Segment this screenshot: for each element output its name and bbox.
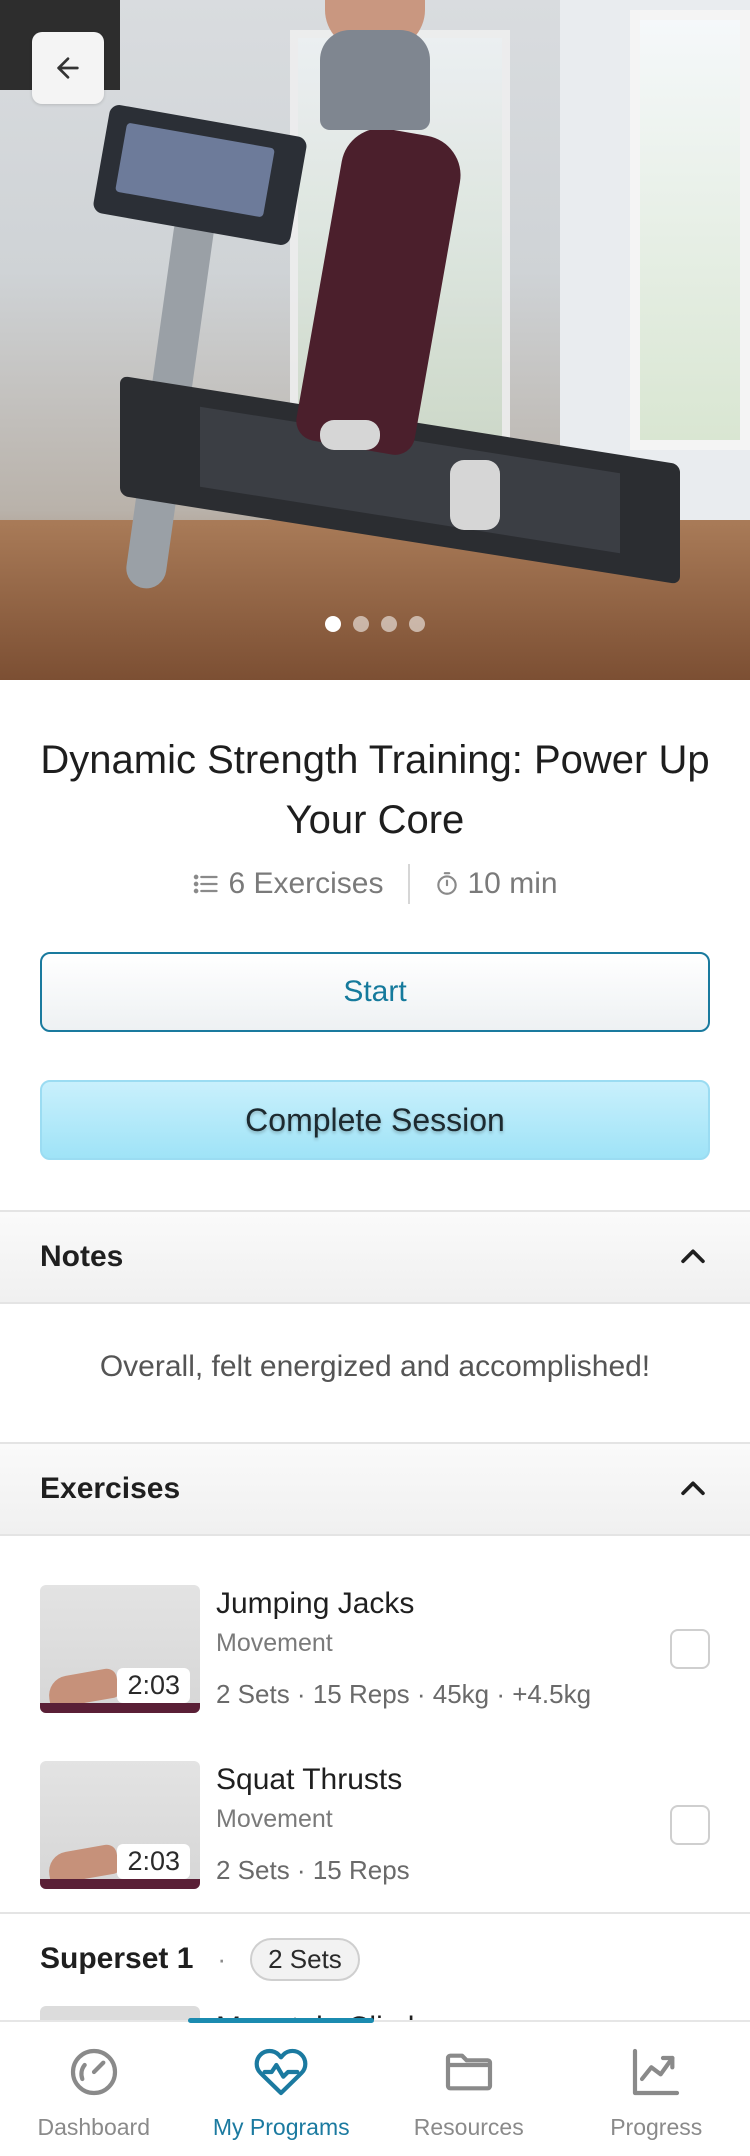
chevron-up-icon[interactable] — [676, 1240, 710, 1274]
exercise-type: Movement — [216, 1629, 333, 1657]
hero-image — [0, 0, 750, 680]
superset-sets-badge: 2 Sets — [250, 1937, 360, 1981]
notes-text: Overall, felt energized and accomplished… — [99, 1350, 651, 1383]
nav-item-resources[interactable]: Resources — [375, 2022, 563, 2156]
nav-label: Dashboard — [37, 2114, 151, 2140]
exercise-checkbox[interactable] — [670, 1805, 710, 1845]
stopwatch-icon — [436, 872, 457, 895]
exercises-header-label: Exercises — [40, 1472, 181, 1505]
workout-duration: 10 min — [467, 867, 558, 900]
nav-item-my-programs[interactable]: My Programs — [188, 2022, 376, 2156]
exercise-duration-badge: 2:03 — [117, 1668, 190, 1703]
exercise-thumbnail[interactable]: 2:03 — [40, 1761, 200, 1889]
workout-meta: 6 Exercises 10 min — [0, 862, 750, 906]
nav-label: Resources — [413, 2114, 524, 2140]
list-icon — [194, 874, 219, 894]
exercise-name: Squat Thrusts — [216, 1763, 403, 1796]
arrow-left-icon — [57, 57, 79, 79]
exercise-thumbnail[interactable]: 2:03 — [40, 1585, 200, 1713]
bottom-navigation: Dashboard My Programs Resources Progress — [0, 2018, 750, 2156]
superset-separator: · — [217, 1943, 227, 1974]
carousel-dot-active[interactable] — [325, 616, 341, 632]
exercise-detail: 2 Sets · 15 Reps — [216, 1855, 410, 1885]
carousel-dot[interactable] — [353, 616, 369, 632]
carousel-indicator[interactable] — [0, 616, 750, 632]
nav-item-progress[interactable]: Progress — [563, 2022, 750, 2156]
nav-item-dashboard[interactable]: Dashboard — [0, 2022, 188, 2156]
notes-header-label: Notes — [40, 1240, 124, 1273]
meta-divider — [407, 864, 410, 904]
folder-icon — [445, 2053, 492, 2091]
superset-header: Superset 1 · 2 Sets — [40, 1936, 360, 1982]
workout-title: Dynamic Strength Training: Power Up Your… — [40, 738, 710, 842]
speedometer-icon — [70, 2048, 117, 2096]
chevron-up-icon[interactable] — [676, 1472, 710, 1506]
nav-label: My Programs — [212, 2114, 350, 2140]
nav-label: Progress — [610, 2114, 703, 2140]
exercise-name: Jumping Jacks — [216, 1587, 415, 1620]
back-button[interactable] — [32, 32, 104, 104]
exercises-section-header[interactable]: Exercises — [0, 1442, 750, 1536]
exercise-row[interactable]: 2:03 Jumping Jacks Movement 2 Sets · 15 … — [40, 1585, 710, 1715]
superset-name: Superset 1 — [40, 1942, 194, 1975]
exercise-detail: 2 Sets · 15 Reps · 45kg · +4.5kg — [216, 1679, 592, 1709]
trend-chart-icon — [633, 2048, 680, 2096]
exercise-duration-badge: 2:03 — [117, 1844, 190, 1879]
exercise-checkbox[interactable] — [670, 1629, 710, 1669]
exercise-row[interactable]: 2:03 Squat Thrusts Movement 2 Sets · 15 … — [40, 1761, 710, 1891]
carousel-dot[interactable] — [381, 616, 397, 632]
carousel-dot[interactable] — [409, 616, 425, 632]
complete-session-button[interactable]: Complete Session — [40, 1080, 710, 1160]
notes-section-header[interactable]: Notes — [0, 1210, 750, 1304]
exercise-type: Movement — [216, 1805, 333, 1833]
heart-pulse-icon — [254, 2048, 308, 2096]
section-divider — [0, 1912, 750, 1914]
active-tab-indicator — [188, 2018, 374, 2023]
start-button[interactable]: Start — [40, 952, 710, 1032]
exercise-count: 6 Exercises — [228, 867, 384, 900]
